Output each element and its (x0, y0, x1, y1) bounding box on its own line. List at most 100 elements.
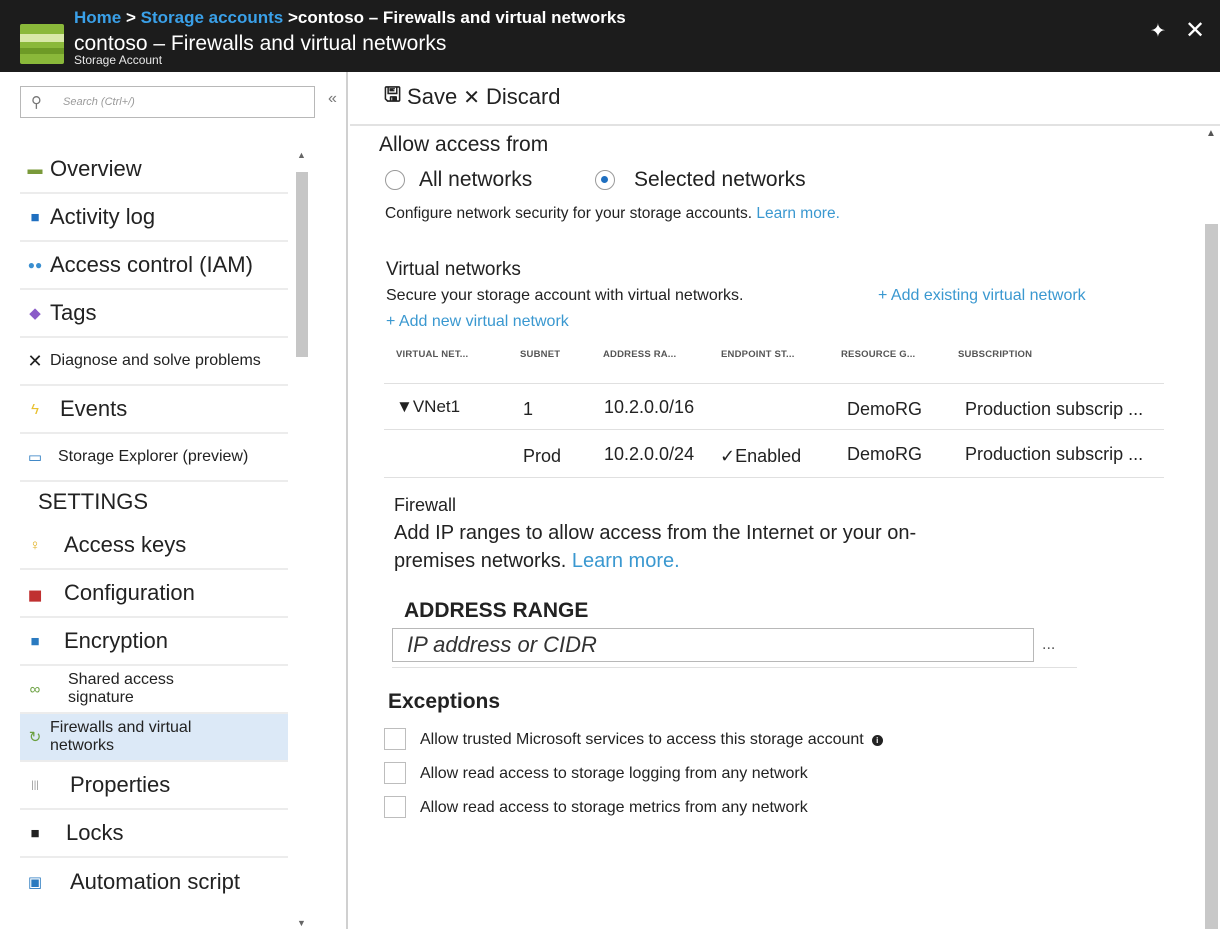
radio-selected-networks[interactable] (595, 170, 615, 190)
collapse-sidebar-button[interactable]: « (328, 90, 337, 108)
close-icon[interactable]: ✕ (1185, 16, 1205, 45)
sidebar-item-tags[interactable]: ◆ Tags (20, 290, 288, 338)
storage-metrics-label[interactable]: Allow read access to storage metrics fro… (420, 799, 808, 817)
discard-button[interactable]: ✕ Discard (463, 84, 560, 110)
save-button[interactable]: 🖫 Save (384, 80, 457, 114)
storage-logging-checkbox[interactable] (384, 762, 406, 784)
sidebar-item-properties[interactable]: ||| Properties (20, 762, 288, 810)
trusted-services-checkbox[interactable] (384, 728, 406, 750)
lightning-icon: ϟ (31, 400, 39, 418)
breadcrumb-home[interactable]: Home (74, 8, 121, 27)
tag-icon: ◆ (29, 305, 41, 322)
address-row-more-button[interactable]: ... (1042, 636, 1055, 654)
resource-group-cell: DemoRG (847, 444, 923, 464)
trusted-services-label[interactable]: Allow trusted Microsoft services to acce… (420, 731, 883, 749)
sidebar-item-label: Shared access signature (68, 671, 174, 706)
scroll-up-icon[interactable]: ▲ (1206, 128, 1216, 139)
pin-icon[interactable]: ✦ (1150, 20, 1166, 43)
firewall-learn-more-link[interactable]: Learn more. (572, 550, 680, 572)
address-range-header: ADDRESS RANGE (404, 599, 589, 622)
add-existing-vnet-link[interactable]: + Add existing virtual network (878, 287, 1086, 305)
properties-icon: ||| (31, 779, 39, 791)
breadcrumb-storage-accounts[interactable]: Storage accounts (141, 8, 284, 27)
vnet-name[interactable]: ▼VNet1 (396, 397, 460, 417)
learn-more-link[interactable]: Learn more. (756, 205, 840, 222)
script-icon: ▣ (27, 874, 43, 891)
sidebar-item-label: Storage Explorer (preview) (58, 448, 249, 465)
sidebar-item-configuration[interactable]: ▅ Configuration (20, 570, 288, 618)
all-networks-label[interactable]: All networks (419, 168, 532, 192)
sidebar-item-access-keys[interactable]: ♀ Access keys (20, 522, 288, 570)
sidebar-item-label: Automation script (70, 869, 240, 894)
sidebar-item-label: Access keys (64, 532, 187, 557)
sidebar-item-encryption[interactable]: ■ Encryption (20, 618, 288, 666)
lock-icon: ■ (30, 632, 40, 650)
activity-log-icon: ■ (30, 208, 40, 226)
selected-networks-label[interactable]: Selected networks (634, 168, 806, 192)
storage-account-icon (20, 24, 64, 64)
sidebar-item-label: Configuration (64, 580, 195, 605)
sidebar-scroll-thumb[interactable] (296, 172, 308, 357)
resource-group-cell: DemoRG (847, 399, 923, 419)
address-cell: 10.2.0.0/24 (604, 444, 695, 464)
content-scrollbar[interactable]: ▲ (1203, 124, 1220, 929)
scroll-down-icon[interactable]: ▼ (297, 918, 306, 928)
info-icon[interactable]: i (871, 735, 883, 746)
search-input[interactable]: ⚲ Search (Ctrl+/) (20, 86, 315, 118)
command-bar: 🖫 Save ✕ Discard (384, 82, 567, 112)
sidebar-item-label: Locks (66, 820, 124, 845)
breadcrumb: Home > Storage accounts >contoso – Firew… (74, 8, 626, 27)
sidebar-item-events[interactable]: ϟ Events (20, 386, 288, 434)
discard-label: Discard (485, 84, 561, 109)
sidebar: ⚲ Search (Ctrl+/) « ▬ Overview ■ Activit… (0, 72, 348, 929)
subnet-cell: Prod (523, 446, 562, 466)
save-label: Save (407, 84, 458, 109)
column-header-resource-group[interactable]: RESOURCE G... (841, 349, 915, 360)
lock-icon: ■ (30, 824, 40, 842)
people-icon: ●● (27, 258, 43, 272)
virtual-networks-heading: Virtual networks (386, 259, 521, 280)
address-range-field[interactable] (392, 628, 1034, 662)
grid-divider (384, 383, 1164, 384)
sidebar-item-label: Properties (70, 772, 171, 797)
storage-logging-label[interactable]: Allow read access to storage logging fro… (420, 765, 808, 783)
search-placeholder: Search (Ctrl+/) (63, 96, 135, 108)
storage-metrics-checkbox[interactable] (384, 796, 406, 818)
sidebar-scrollbar[interactable]: ▲ ▼ (294, 146, 312, 929)
sidebar-item-shared-access-signature[interactable]: ∞ Shared access signature (20, 666, 288, 714)
grid-divider (392, 667, 1077, 668)
sidebar-item-locks[interactable]: ■ Locks (20, 810, 288, 858)
sidebar-nav: ▬ Overview ■ Activity log ●● Access cont… (20, 146, 288, 906)
column-header-endpoint[interactable]: ENDPOINT ST... (721, 349, 795, 360)
access-description: Configure network security for your stor… (385, 205, 840, 222)
column-header-address[interactable]: ADDRESS RA... (603, 349, 676, 360)
exceptions-heading: Exceptions (388, 690, 501, 713)
subnet-cell: 1 (523, 399, 534, 419)
radio-all-networks[interactable] (385, 170, 405, 190)
overview-icon: ▬ (27, 160, 43, 178)
sidebar-item-firewalls[interactable]: ↻ Firewalls and virtual networks (20, 714, 288, 762)
key-icon: ♀ (29, 536, 41, 554)
sidebar-item-storage-explorer[interactable]: ▭ Storage Explorer (preview) (20, 434, 288, 482)
sidebar-item-overview[interactable]: ▬ Overview (20, 146, 288, 194)
firewall-description-line1: Add IP ranges to allow access from the I… (394, 522, 917, 544)
sidebar-item-label: Activity log (50, 204, 156, 229)
sidebar-item-access-control[interactable]: ●● Access control (IAM) (20, 242, 288, 290)
scroll-up-icon[interactable]: ▲ (297, 150, 306, 160)
sidebar-item-automation-script[interactable]: ▣ Automation script (20, 858, 288, 906)
endpoint-status-cell: ✓Enabled (720, 446, 802, 466)
column-header-subscription[interactable]: SUBSCRIPTION (958, 349, 1032, 360)
sidebar-item-activity-log[interactable]: ■ Activity log (20, 194, 288, 242)
content-scroll-thumb[interactable] (1205, 224, 1218, 929)
grid-divider (384, 477, 1164, 478)
address-range-input[interactable] (393, 629, 1033, 661)
discard-icon: ✕ (463, 86, 480, 109)
add-new-vnet-link[interactable]: + Add new virtual network (386, 313, 569, 331)
sidebar-item-label: Overview (50, 156, 142, 181)
sidebar-item-diagnose[interactable]: ✕ Diagnose and solve problems (20, 338, 288, 386)
sidebar-item-label: Encryption (64, 628, 168, 653)
column-header-subnet[interactable]: SUBNET (520, 349, 560, 360)
page-subtitle: Storage Account (74, 53, 163, 67)
sidebar-item-label: Firewalls and virtual networks (50, 719, 192, 754)
column-header-vnet[interactable]: VIRTUAL NET... (396, 349, 468, 360)
